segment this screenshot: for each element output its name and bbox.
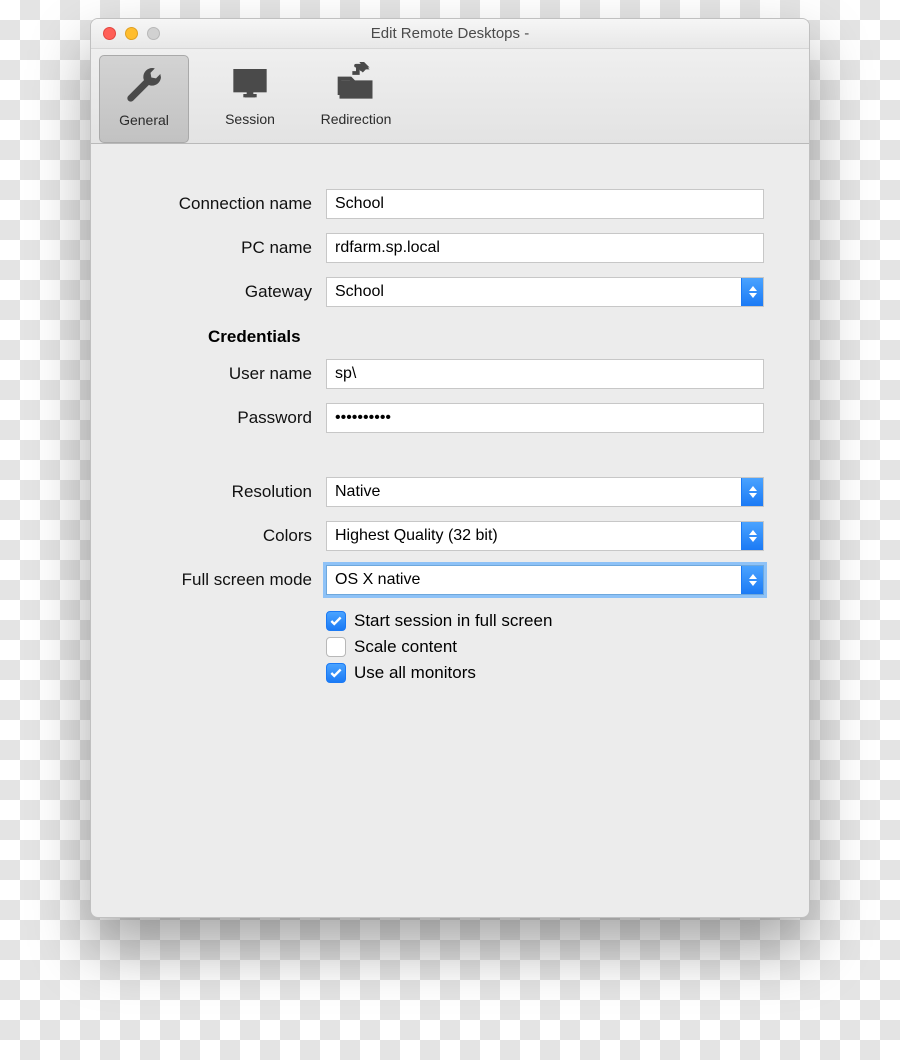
user-name-label: User name [136,364,326,384]
window-controls [103,27,160,40]
scale-content-label: Scale content [354,637,457,657]
password-label: Password [136,408,326,428]
preferences-window: Edit Remote Desktops - General Session [90,18,810,918]
resolution-select[interactable]: Native [326,477,764,507]
wrench-icon [121,62,167,108]
tab-session[interactable]: Session [205,55,295,143]
tab-redirection-label: Redirection [321,111,392,127]
credentials-heading: Credentials [208,327,764,347]
pc-name-label: PC name [136,238,326,258]
full-screen-mode-label: Full screen mode [136,570,326,590]
chevron-up-down-icon [741,522,763,550]
chevron-up-down-icon [741,566,763,594]
colors-select[interactable]: Highest Quality (32 bit) [326,521,764,551]
pc-name-input[interactable] [326,233,764,263]
check-icon [329,666,343,680]
gateway-select[interactable]: School [326,277,764,307]
gateway-label: Gateway [136,282,326,302]
chevron-up-down-icon [741,478,763,506]
start-full-screen-checkbox[interactable] [326,611,346,631]
chevron-up-down-icon [741,278,763,306]
password-input[interactable] [326,403,764,433]
titlebar: Edit Remote Desktops - [91,19,809,49]
use-all-monitors-checkbox[interactable] [326,663,346,683]
full-screen-mode-select[interactable]: OS X native [326,565,764,595]
resolution-label: Resolution [136,482,326,502]
gateway-select-value: School [335,283,384,301]
resolution-select-value: Native [335,483,380,501]
window-title: Edit Remote Desktops - [91,25,809,42]
use-all-monitors-label: Use all monitors [354,663,476,683]
start-full-screen-label: Start session in full screen [354,611,552,631]
tab-redirection[interactable]: Redirection [311,55,401,143]
zoom-window-button[interactable] [147,27,160,40]
folder-redirect-icon [333,61,379,107]
form-content: Connection name PC name Gateway School [91,144,809,689]
connection-name-label: Connection name [136,194,326,214]
scale-content-checkbox[interactable] [326,637,346,657]
tab-session-label: Session [225,111,275,127]
colors-label: Colors [136,526,326,546]
colors-select-value: Highest Quality (32 bit) [335,527,498,545]
check-icon [329,614,343,628]
tab-general[interactable]: General [99,55,189,143]
toolbar: General Session Redirection [91,49,809,144]
full-screen-mode-select-value: OS X native [335,571,420,589]
monitor-icon [227,61,273,107]
minimize-window-button[interactable] [125,27,138,40]
connection-name-input[interactable] [326,189,764,219]
tab-general-label: General [119,112,169,128]
close-window-button[interactable] [103,27,116,40]
user-name-input[interactable] [326,359,764,389]
